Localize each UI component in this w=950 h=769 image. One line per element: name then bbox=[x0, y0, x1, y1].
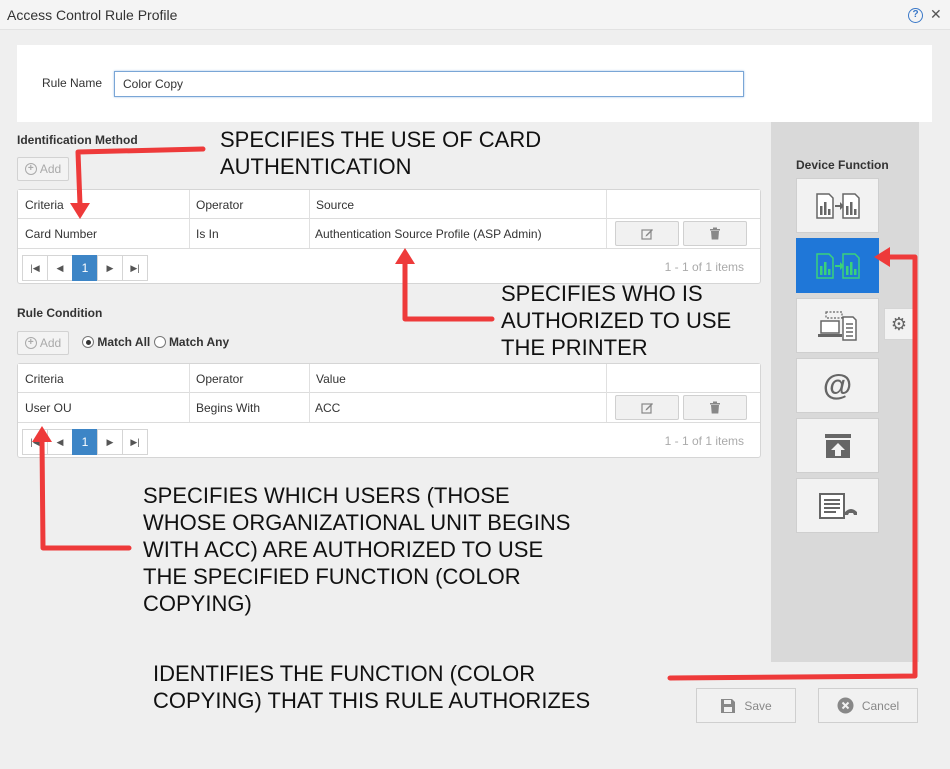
fax-function-button[interactable] bbox=[796, 478, 879, 533]
column-header-source[interactable]: Source bbox=[316, 198, 354, 212]
next-page-button[interactable]: ▶ bbox=[97, 255, 123, 281]
help-icon[interactable]: ? bbox=[908, 8, 923, 23]
condition-grid: Criteria Operator Value User OU Begins W… bbox=[17, 363, 761, 458]
edit-button[interactable] bbox=[615, 221, 679, 246]
email-function-button[interactable]: @ bbox=[796, 358, 879, 413]
condition-add-button[interactable]: + Add bbox=[17, 331, 69, 355]
rule-name-input[interactable] bbox=[114, 71, 744, 97]
column-header-criteria[interactable]: Criteria bbox=[25, 372, 64, 386]
last-page-button[interactable]: ▶| bbox=[122, 255, 148, 281]
scan-to-pc-function-button[interactable] bbox=[796, 298, 879, 353]
edit-button[interactable] bbox=[615, 395, 679, 420]
cancel-label: Cancel bbox=[861, 698, 900, 713]
delete-button[interactable] bbox=[683, 395, 747, 420]
plus-circle-icon: + bbox=[24, 163, 37, 175]
grid-header: Criteria Operator Source bbox=[18, 190, 760, 219]
edit-icon bbox=[640, 403, 653, 414]
last-page-button[interactable]: ▶| bbox=[122, 429, 148, 455]
upload-function-button[interactable] bbox=[796, 418, 879, 473]
page-number-button[interactable]: 1 bbox=[72, 429, 98, 455]
first-page-button[interactable]: |◀ bbox=[22, 255, 48, 281]
identification-add-button[interactable]: + Add bbox=[17, 157, 69, 181]
match-any-label[interactable]: Match Any bbox=[169, 335, 229, 349]
row-source: Authentication Source Profile (ASP Admin… bbox=[315, 227, 542, 241]
copy-icon bbox=[815, 192, 860, 219]
color-copy-function-button[interactable] bbox=[796, 238, 879, 293]
edit-icon bbox=[640, 229, 653, 240]
rule-condition-label: Rule Condition bbox=[17, 306, 103, 320]
gear-icon: ⚙ bbox=[890, 313, 908, 334]
plus-circle-icon: + bbox=[24, 337, 37, 349]
table-row[interactable]: Card Number Is In Authentication Source … bbox=[18, 219, 760, 249]
pager-info: 1 - 1 of 1 items bbox=[664, 260, 744, 274]
row-criteria: Card Number bbox=[25, 227, 98, 241]
save-label: Save bbox=[744, 698, 772, 713]
column-header-operator[interactable]: Operator bbox=[196, 372, 243, 386]
row-operator: Begins With bbox=[196, 401, 261, 415]
annotation-who-authorized: SPECIFIES WHO IS AUTHORIZED TO USE THE P… bbox=[501, 281, 732, 360]
prev-page-button[interactable]: ◀ bbox=[47, 255, 73, 281]
prev-page-button[interactable]: ◀ bbox=[47, 429, 73, 455]
upload-icon bbox=[824, 433, 851, 458]
close-icon[interactable]: ✕ bbox=[930, 6, 942, 23]
trash-icon bbox=[710, 401, 720, 414]
annotation-card-auth: SPECIFIES THE USE OF CARD AUTHENTICATION bbox=[220, 127, 542, 179]
row-value: ACC bbox=[315, 401, 341, 415]
save-button[interactable]: Save bbox=[696, 688, 796, 723]
pager-info: 1 - 1 of 1 items bbox=[664, 434, 744, 448]
copy-function-button[interactable] bbox=[796, 178, 879, 233]
match-any-radio[interactable] bbox=[153, 336, 166, 348]
floppy-disk-icon bbox=[721, 698, 736, 713]
row-criteria: User OU bbox=[25, 401, 72, 415]
add-label: Add bbox=[39, 336, 62, 350]
annotation-function: IDENTIFIES THE FUNCTION (COLOR COPYING) … bbox=[153, 661, 591, 713]
email-icon: @ bbox=[822, 368, 853, 402]
match-all-label[interactable]: Match All bbox=[97, 335, 150, 349]
identification-grid: Criteria Operator Source Card Number Is … bbox=[17, 189, 761, 284]
identification-method-label: Identification Method bbox=[17, 133, 138, 147]
color-copy-icon bbox=[815, 252, 860, 279]
table-row[interactable]: User OU Begins With ACC bbox=[18, 393, 760, 423]
page-number-button[interactable]: 1 bbox=[72, 255, 98, 281]
first-page-button[interactable]: |◀ bbox=[22, 429, 48, 455]
trash-icon bbox=[710, 227, 720, 240]
cancel-button[interactable]: Cancel bbox=[818, 688, 918, 723]
column-header-criteria[interactable]: Criteria bbox=[25, 198, 64, 212]
device-function-label: Device Function bbox=[796, 158, 889, 172]
add-label: Add bbox=[39, 162, 62, 176]
condition-pager: |◀ ◀ 1 ▶ ▶| bbox=[22, 429, 148, 455]
column-header-operator[interactable]: Operator bbox=[196, 198, 243, 212]
delete-button[interactable] bbox=[683, 221, 747, 246]
grid-header: Criteria Operator Value bbox=[18, 364, 760, 393]
rule-name-label: Rule Name bbox=[42, 76, 103, 90]
annotation-which-users: SPECIFIES WHICH USERS (THOSE WHOSE ORGAN… bbox=[143, 483, 571, 616]
next-page-button[interactable]: ▶ bbox=[97, 429, 123, 455]
scan-to-pc-icon bbox=[817, 310, 857, 341]
match-all-radio[interactable] bbox=[82, 336, 94, 348]
fax-icon bbox=[818, 492, 857, 519]
settings-button[interactable]: ⚙ bbox=[884, 308, 914, 340]
row-operator: Is In bbox=[196, 227, 219, 241]
cancel-circle-icon bbox=[837, 697, 854, 714]
window-title: Access Control Rule Profile bbox=[7, 7, 178, 23]
column-header-value[interactable]: Value bbox=[316, 372, 346, 386]
match-options: Match All Match Any bbox=[82, 335, 229, 349]
identification-pager: |◀ ◀ 1 ▶ ▶| bbox=[22, 255, 148, 281]
